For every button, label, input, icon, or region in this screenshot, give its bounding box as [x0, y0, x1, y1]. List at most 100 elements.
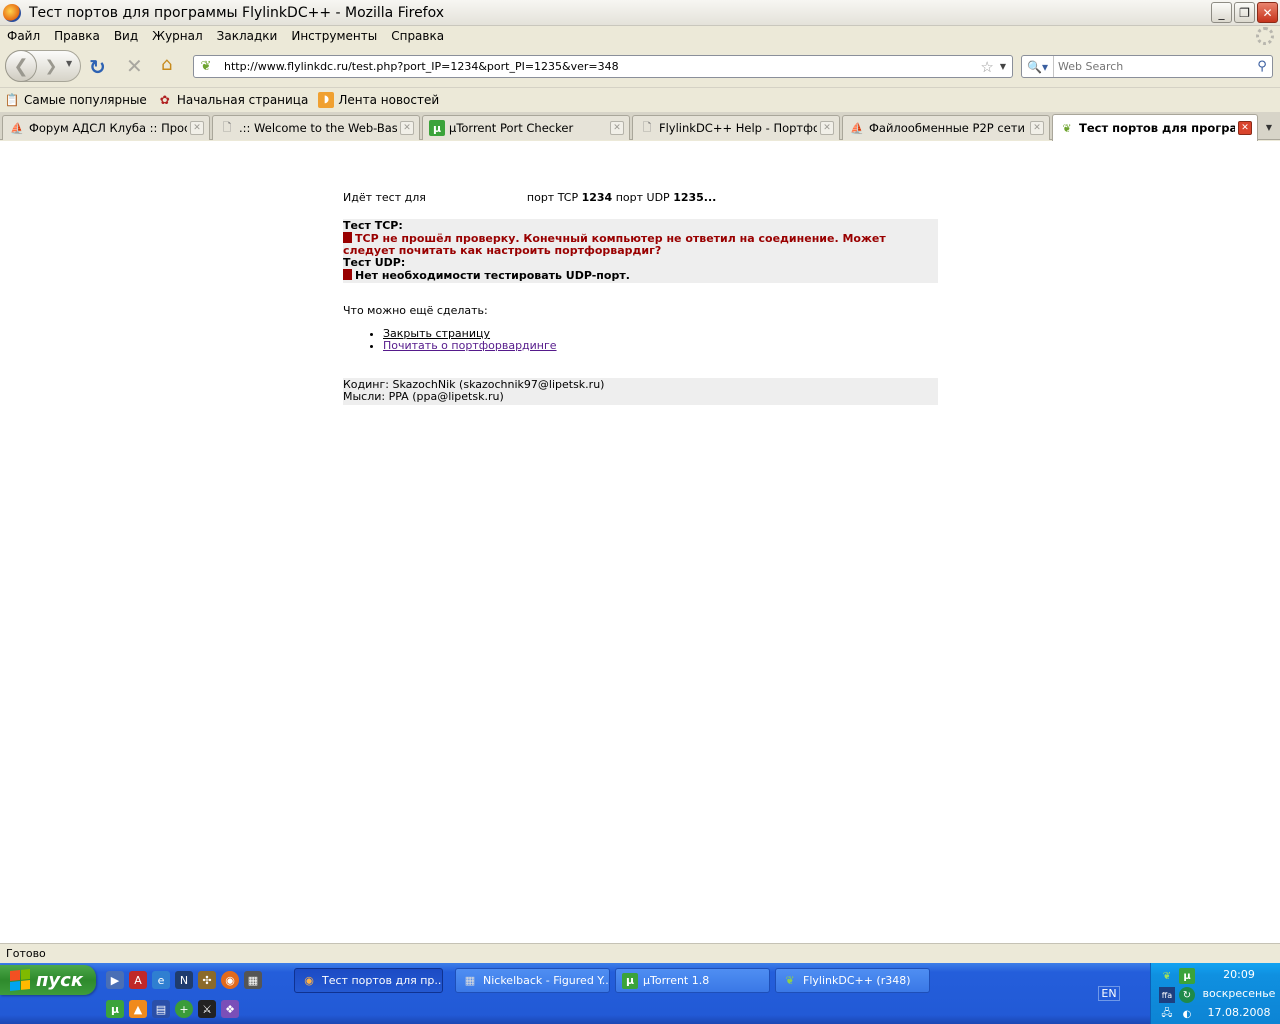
- task-media-player[interactable]: ▦ Nickelback - Figured Y...: [455, 968, 610, 993]
- utorrent-launch-icon[interactable]: µ: [106, 1000, 124, 1018]
- ffdshow-tray-icon[interactable]: ffa: [1159, 987, 1175, 1003]
- list-all-tabs-icon[interactable]: ▼: [1258, 115, 1280, 140]
- url-bar[interactable]: ❦ http://www.flylinkdc.ru/test.php?port_…: [193, 55, 1013, 78]
- save-icon[interactable]: ▤: [152, 1000, 170, 1018]
- fail-marker-icon: [343, 269, 352, 280]
- menu-edit[interactable]: Правка: [47, 29, 107, 43]
- home-icon[interactable]: ⌂: [161, 54, 172, 75]
- udp-test-heading: Тест UDP:: [343, 256, 406, 269]
- page-icon: 🗋: [222, 120, 232, 134]
- vlc-icon[interactable]: ▲: [129, 1000, 147, 1018]
- menu-file[interactable]: Файл: [0, 29, 47, 43]
- clock-date: 17.08.2008: [1207, 1006, 1271, 1019]
- credits-box: Кодинг: SkazochNik (skazochnik97@lipetsk…: [343, 378, 938, 405]
- tab-web-based[interactable]: 🗋 .:: Welcome to the Web-Based... ✕: [212, 115, 420, 140]
- forward-arrow-icon: ❯: [44, 57, 58, 75]
- task-label: Тест портов для пр...: [322, 974, 442, 987]
- popular-icon: 📋: [4, 92, 20, 107]
- add-icon[interactable]: +: [175, 1000, 193, 1018]
- bookmarks-toolbar: 📋 Самые популярные ✿ Начальная страница …: [0, 87, 1280, 111]
- minimize-button[interactable]: _: [1211, 2, 1232, 23]
- close-tab-icon[interactable]: ✕: [400, 121, 414, 135]
- bookmark-news-feed[interactable]: ◗ Лента новостей: [318, 91, 439, 108]
- apps-icon[interactable]: ❖: [221, 1000, 239, 1018]
- network-tray-icon[interactable]: 🖧: [1159, 1006, 1175, 1022]
- system-tray: ❦ µ ffa ↻ 🖧 ◐ 20:09 воскресенье 17.08.20…: [1150, 963, 1280, 1024]
- bookmark-popular[interactable]: 📋 Самые популярные: [4, 92, 147, 108]
- task-label: µTorrent 1.8: [643, 974, 710, 987]
- volume-tray-icon[interactable]: ◐: [1179, 1006, 1195, 1022]
- url-text[interactable]: http://www.flylinkdc.ru/test.php?port_IP…: [224, 60, 980, 73]
- tab-p2p-networks[interactable]: ⛵ Файлообменные P2P сети - А... ✕: [842, 115, 1050, 140]
- task-flylink[interactable]: ❦ FlylinkDC++ (r348): [775, 968, 930, 993]
- notepad-icon[interactable]: N: [175, 971, 193, 989]
- network-icon[interactable]: ✣: [198, 971, 216, 989]
- browser-icon[interactable]: e: [152, 971, 170, 989]
- fail-marker-icon: [343, 232, 352, 243]
- firefox-launch-icon[interactable]: ◉: [221, 971, 239, 989]
- menu-help[interactable]: Справка: [384, 29, 451, 43]
- menu-history[interactable]: Журнал: [145, 29, 210, 43]
- task-utorrent[interactable]: µ µTorrent 1.8: [615, 968, 770, 993]
- menu-bar: Файл Правка Вид Журнал Закладки Инструме…: [0, 26, 1280, 46]
- redacted-ip: [429, 191, 523, 201]
- utorrent-icon: µ: [429, 120, 445, 136]
- firefox-icon: [3, 3, 21, 22]
- url-dropdown-icon[interactable]: ▼: [1000, 62, 1006, 71]
- tab-strip: ⛵ Форум АДСЛ Клуба :: Просмо... ✕ 🗋 .:: …: [0, 112, 1280, 141]
- bookmark-star-icon[interactable]: ☆: [980, 58, 993, 76]
- tab-port-test[interactable]: ❦ Тест портов для програ... ✕: [1052, 114, 1258, 141]
- forward-button[interactable]: ❯: [40, 56, 62, 76]
- clock-time[interactable]: 20:09: [1201, 968, 1277, 981]
- acrobat-icon[interactable]: A: [129, 971, 147, 989]
- close-tab-icon[interactable]: ✕: [190, 121, 204, 135]
- search-bar[interactable]: 🔍▾ ⚲: [1021, 55, 1273, 78]
- flylink-tray-icon[interactable]: ❦: [1159, 968, 1175, 984]
- search-go-icon[interactable]: ⚲: [1252, 59, 1272, 74]
- status-text: Готово: [6, 947, 46, 960]
- reload-icon[interactable]: ↻: [89, 55, 106, 79]
- port-forwarding-link[interactable]: Почитать о портфорвардинге: [383, 339, 557, 352]
- close-tab-icon[interactable]: ✕: [1238, 121, 1252, 135]
- search-input[interactable]: [1058, 60, 1252, 73]
- navigation-toolbar: ❮ ❯ ▼ ↻ ✕ ⌂ ❦ http://www.flylinkdc.ru/te…: [0, 46, 1280, 86]
- maximize-button[interactable]: ❐: [1234, 2, 1255, 23]
- clock-day: воскресенье: [1202, 987, 1276, 1000]
- utorrent-tray-icon[interactable]: µ: [1179, 968, 1195, 984]
- title-bar[interactable]: Тест портов для программы FlylinkDC++ - …: [0, 0, 1280, 26]
- start-label: пуск: [36, 969, 84, 991]
- language-indicator[interactable]: EN: [1098, 986, 1120, 1001]
- search-engine-icon[interactable]: 🔍▾: [1022, 56, 1054, 77]
- task-label: Nickelback - Figured Y...: [483, 974, 609, 987]
- firefox-icon: ◉: [304, 974, 314, 987]
- menu-bookmarks[interactable]: Закладки: [210, 29, 285, 43]
- tab-utorrent-port-checker[interactable]: µ µTorrent Port Checker ✕: [422, 115, 630, 140]
- history-dropdown-icon[interactable]: ▼: [66, 59, 72, 68]
- video-icon[interactable]: ▦: [244, 971, 262, 989]
- forum-icon: ⛵: [10, 121, 24, 135]
- task-firefox[interactable]: ◉ Тест портов для пр...: [294, 968, 443, 993]
- sync-tray-icon[interactable]: ↻: [1179, 987, 1195, 1003]
- tab-flylink-help[interactable]: 🗋 FlylinkDC++ Help - Портфорв... ✕: [632, 115, 840, 140]
- stop-icon[interactable]: ✕: [126, 54, 143, 78]
- tab-adsl-forum[interactable]: ⛵ Форум АДСЛ Клуба :: Просмо... ✕: [2, 115, 210, 140]
- tab-label: Форум АДСЛ Клуба :: Просмо...: [29, 121, 187, 135]
- close-tab-icon[interactable]: ✕: [610, 121, 624, 135]
- task-label: FlylinkDC++ (r348): [803, 974, 911, 987]
- test-intro: Идёт тест для порт TCP 1234 порт UDP 123…: [343, 191, 938, 205]
- utorrent-icon: µ: [622, 972, 638, 989]
- close-tab-icon[interactable]: ✕: [1030, 121, 1044, 135]
- taskbar: пуск ▶ A e N ✣ ◉ ▦ µ ▲ ▤ + ⚔ ❖ ◉ Тест по…: [0, 963, 1280, 1024]
- menu-view[interactable]: Вид: [107, 29, 145, 43]
- media-player-icon[interactable]: ▶: [106, 971, 124, 989]
- back-button[interactable]: ❮: [5, 50, 37, 82]
- bookmark-home-page[interactable]: ✿ Начальная страница: [157, 92, 309, 108]
- rss-icon: ◗: [318, 91, 335, 108]
- start-button[interactable]: пуск: [0, 965, 96, 995]
- counter-strike-icon[interactable]: ⚔: [198, 1000, 216, 1018]
- windows-logo-icon: [10, 968, 30, 992]
- media-player-icon: ▦: [464, 974, 476, 987]
- menu-tools[interactable]: Инструменты: [284, 29, 384, 43]
- close-tab-icon[interactable]: ✕: [820, 121, 834, 135]
- close-window-button[interactable]: ✕: [1257, 2, 1278, 23]
